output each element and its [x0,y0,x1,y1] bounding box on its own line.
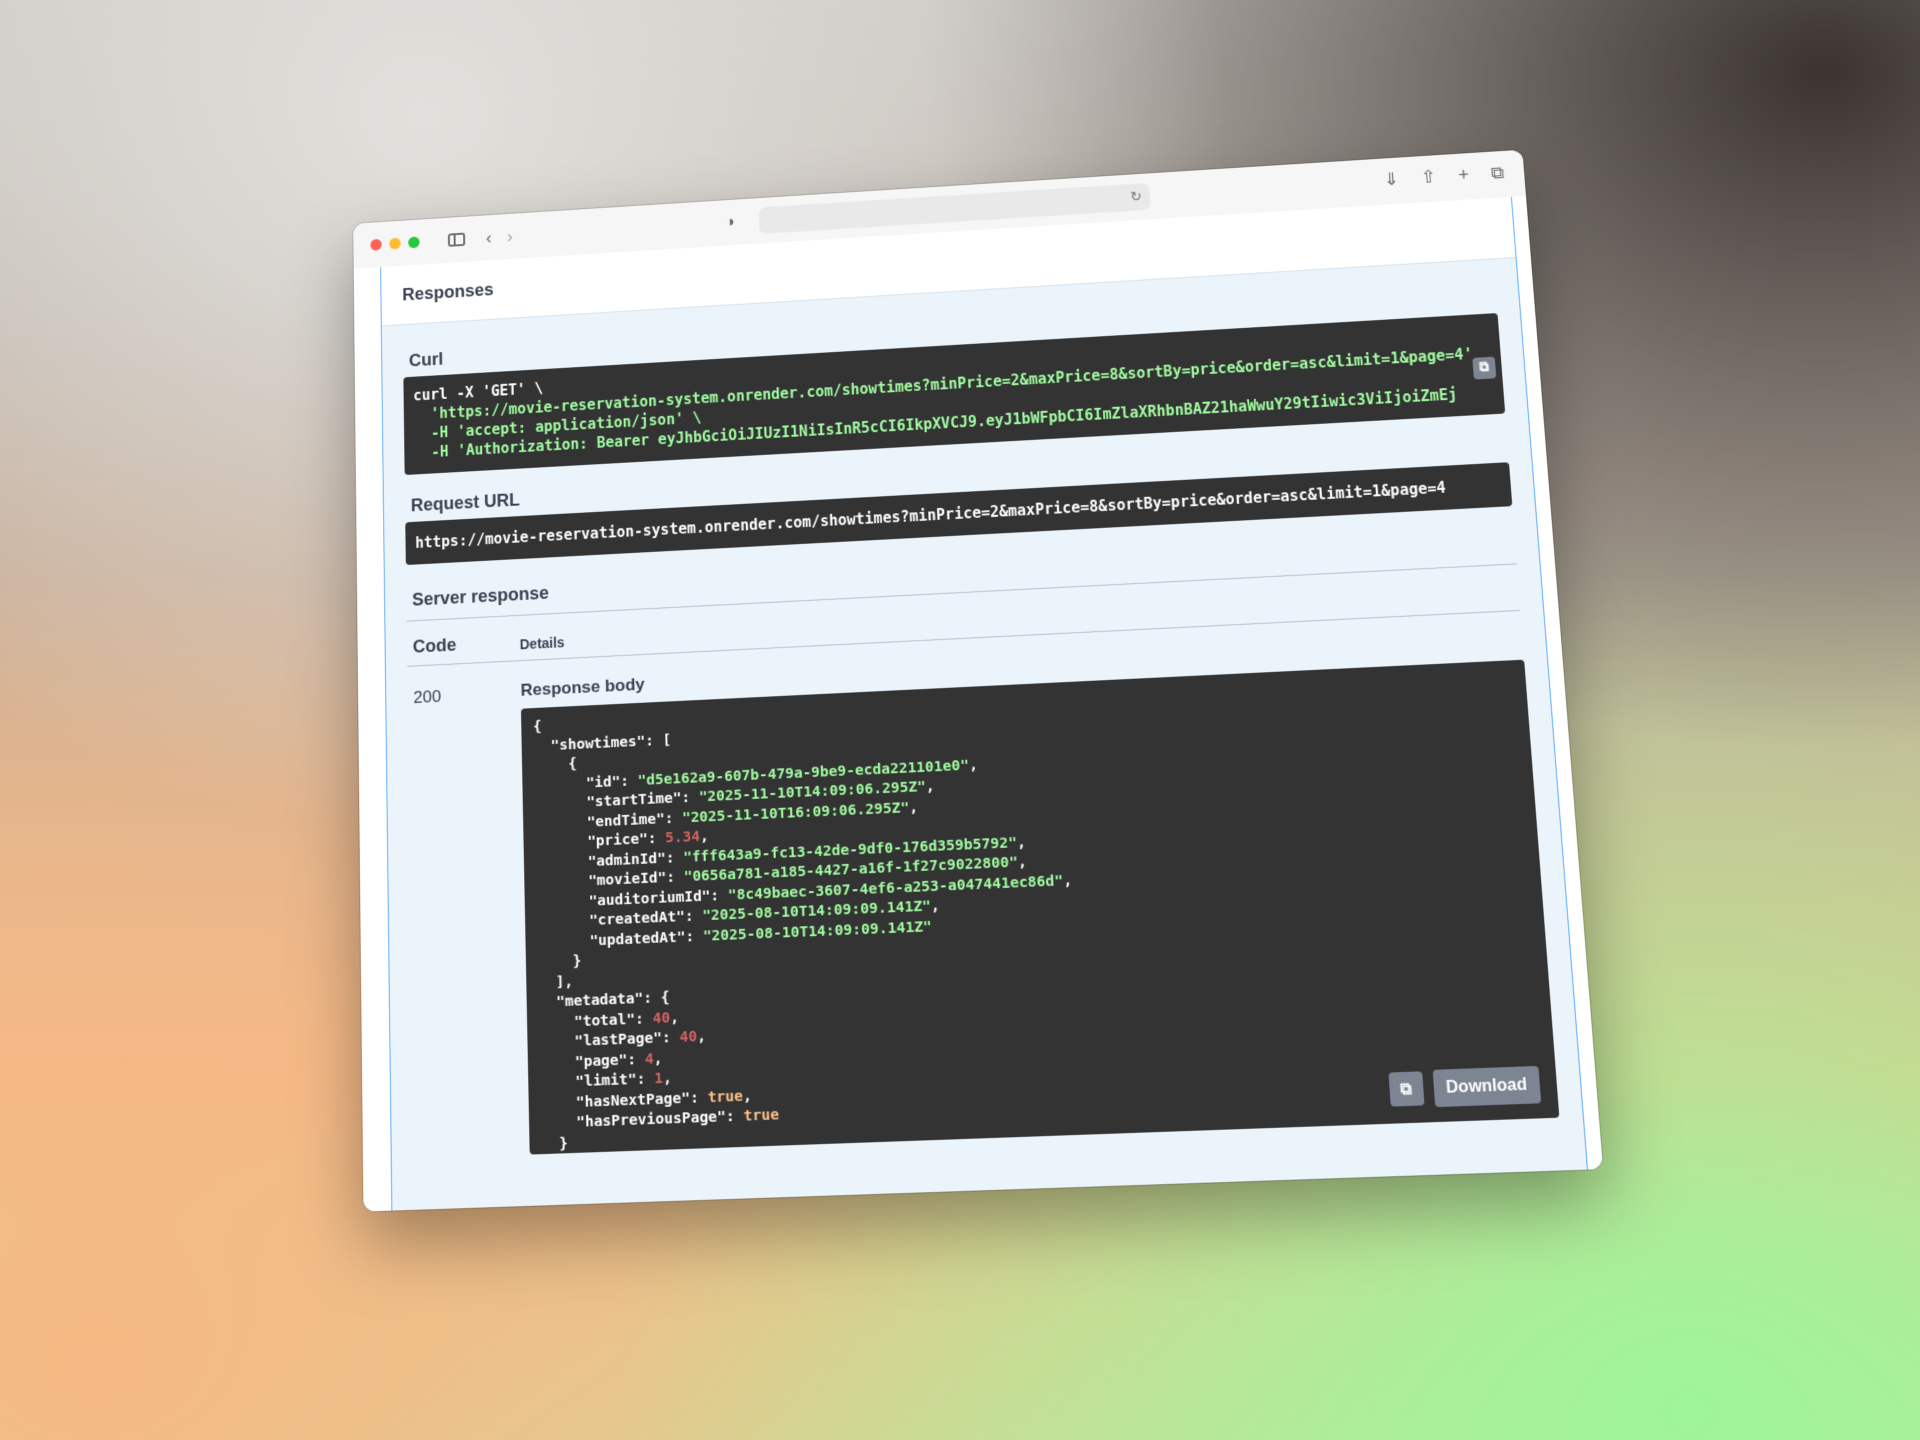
status-code: 200 [413,686,442,708]
download-button[interactable]: Download [1432,1065,1542,1108]
window-controls [370,236,420,251]
downloads-icon[interactable]: ⇓ [1383,169,1400,190]
showtime-price-value: 5.34 [664,828,701,847]
response-details: Response body { "showtimes": [ { "id": "… [520,627,1560,1155]
details-column-header: Details [519,634,565,653]
back-icon[interactable]: ‹ [486,228,492,247]
share-icon[interactable]: ⇧ [1420,167,1437,188]
metadata-haspreviouspage-value: true [743,1106,780,1125]
close-window-button[interactable] [370,238,382,251]
tab-overview-icon[interactable]: ⧉ [1490,163,1505,184]
minimize-window-button[interactable] [389,237,401,250]
operation-panel: Responses Curl curl -X 'GET' \ 'https://… [380,196,1589,1211]
response-body-block[interactable]: { "showtimes": [ { "id": "d5e162a9-607b-… [520,659,1560,1155]
browser-window: ‹ › ◑ ↻ ⇓ ⇧ + ⧉ Responses Curl curl -X '… [353,149,1604,1212]
response-actions: ⧉ Download [1388,1065,1542,1108]
forward-icon[interactable]: › [507,227,513,246]
metadata-page-value: 4 [644,1050,654,1068]
response-row: 200 Response body { "showtimes": [ { "id… [407,611,1560,1159]
reload-icon[interactable]: ↻ [1130,188,1142,205]
sidebar-toggle-icon[interactable] [447,232,466,247]
toolbar-right-actions: ⇓ ⇧ + ⧉ [1383,163,1505,191]
page-content: Responses Curl curl -X 'GET' \ 'https://… [353,195,1604,1212]
metadata-lastpage-value: 40 [679,1028,698,1046]
copy-response-icon[interactable]: ⧉ [1388,1071,1425,1107]
copy-curl-icon[interactable]: ⧉ [1472,356,1497,380]
privacy-shield-icon[interactable]: ◑ [725,214,735,232]
metadata-limit-value: 1 [654,1070,664,1088]
code-column-header: Code [412,634,457,657]
maximize-window-button[interactable] [408,236,420,249]
metadata-hasnextpage-value: true [707,1087,744,1106]
responses-title: Responses [402,279,494,304]
metadata-total-value: 40 [652,1009,671,1027]
new-tab-icon[interactable]: + [1457,165,1469,186]
